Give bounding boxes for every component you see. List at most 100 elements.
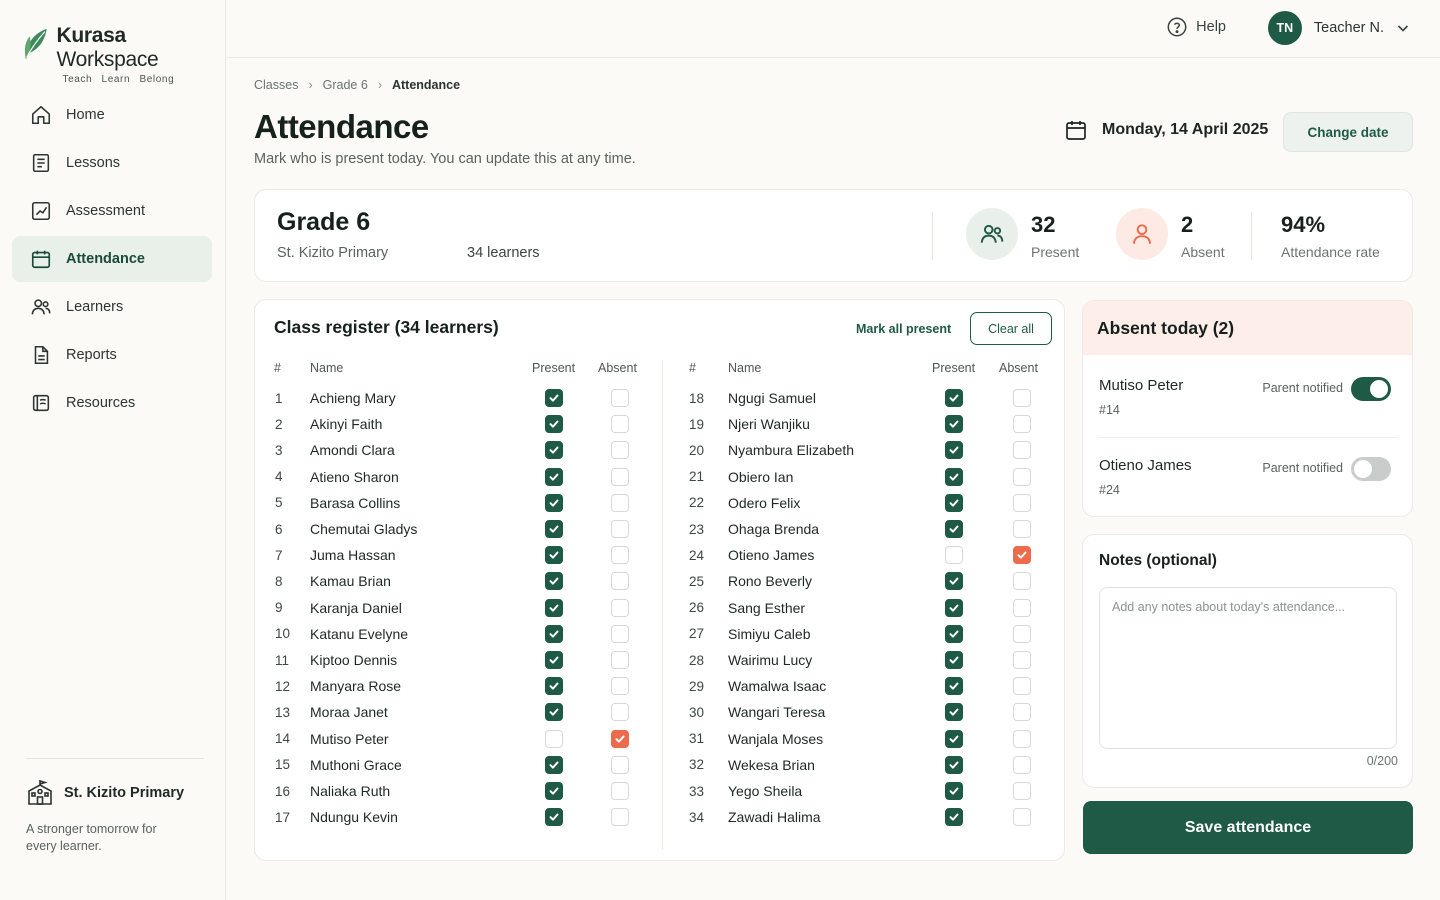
- table-row: 25 Rono Beverly: [255, 568, 1066, 594]
- divider: [1251, 212, 1252, 260]
- divider: [1099, 437, 1397, 438]
- absent-checkbox[interactable]: [1013, 415, 1031, 434]
- present-checkbox[interactable]: [945, 729, 963, 748]
- absent-checkbox[interactable]: [1013, 467, 1031, 486]
- table-row: 28 Wairimu Lucy: [255, 647, 1066, 673]
- learner-name: Nyambura Elizabeth: [728, 442, 855, 459]
- learner-name: Wekesa Brian: [728, 756, 815, 773]
- table-row: 21 Obiero Ian: [255, 464, 1066, 490]
- class-register: Class register (34 learners) Mark all pr…: [254, 299, 1065, 861]
- absent-checkbox[interactable]: [1013, 389, 1031, 407]
- sidebar-item-label: Learners: [66, 299, 124, 315]
- present-checkbox[interactable]: [945, 808, 963, 827]
- mark-all-present-button[interactable]: Mark all present: [856, 322, 951, 336]
- save-attendance-button[interactable]: Save attendance: [1083, 801, 1413, 854]
- absent-learner-name: Mutiso Peter: [1099, 377, 1184, 394]
- present-checkbox[interactable]: [945, 651, 963, 669]
- sidebar-item-home[interactable]: Home: [12, 92, 212, 138]
- column-header-number: #: [689, 361, 696, 375]
- summary-grade: Grade 6: [277, 208, 371, 236]
- present-checkbox[interactable]: [945, 677, 963, 696]
- users-icon: [980, 224, 1004, 243]
- sidebar-item-assessment[interactable]: Assessment: [12, 188, 212, 234]
- breadcrumb: Classes › Grade 6 › Attendance: [254, 78, 460, 92]
- present-checkbox[interactable]: [945, 572, 963, 591]
- present-checkbox[interactable]: [945, 755, 963, 774]
- sidebar-item-reports[interactable]: Reports: [12, 332, 212, 378]
- learner-number: 26: [689, 600, 705, 616]
- absent-checkbox[interactable]: [1013, 493, 1031, 512]
- present-checkbox[interactable]: [945, 703, 963, 722]
- present-checkbox[interactable]: [945, 782, 963, 800]
- absent-checkbox[interactable]: [1013, 703, 1031, 722]
- parent-notified-label: Parent notified: [1262, 461, 1343, 475]
- table-row: 29 Wamalwa Isaac: [255, 673, 1066, 699]
- column-header-absent: Absent: [999, 361, 1038, 375]
- clear-all-button[interactable]: Clear all: [970, 312, 1052, 345]
- absent-stat-icon: [1116, 208, 1168, 260]
- learner-number: 29: [689, 678, 705, 694]
- chevron-right-icon: ›: [377, 78, 382, 92]
- absent-checkbox[interactable]: [1013, 520, 1031, 538]
- user-menu[interactable]: TN Teacher N.: [1267, 11, 1410, 45]
- absent-checkbox[interactable]: [1013, 441, 1031, 460]
- present-checkbox[interactable]: [945, 441, 963, 460]
- absent-checkbox[interactable]: [1013, 755, 1031, 774]
- notes-textarea[interactable]: [1099, 587, 1397, 749]
- sidebar-item-lessons[interactable]: Lessons: [12, 140, 212, 186]
- learner-name: Odero Felix: [728, 494, 801, 511]
- column-header-present: Present: [932, 361, 976, 375]
- present-checkbox[interactable]: [945, 546, 963, 565]
- absent-checkbox[interactable]: [1013, 624, 1031, 643]
- parent-notified-toggle[interactable]: [1351, 377, 1391, 401]
- sidebar-footer: St. Kizito Primary A stronger tomorrow f…: [26, 758, 204, 855]
- absent-checkbox[interactable]: [1013, 546, 1031, 565]
- present-checkbox[interactable]: [945, 520, 963, 538]
- school-icon: [28, 779, 52, 805]
- sidebar-item-attendance[interactable]: Attendance: [12, 236, 212, 282]
- present-checkbox[interactable]: [945, 624, 963, 643]
- absent-checkbox[interactable]: [1013, 651, 1031, 669]
- present-checkbox[interactable]: [945, 389, 963, 407]
- breadcrumb-grade[interactable]: Grade 6: [323, 78, 368, 92]
- open-book-icon: [32, 394, 50, 412]
- sidebar-item-label: Lessons: [66, 155, 121, 171]
- notes-char-count: 0/200: [1366, 754, 1398, 768]
- present-checkbox[interactable]: [945, 467, 963, 486]
- brand-name: Kurasa Workspace: [56, 24, 159, 71]
- sidebar-item-label: Resources: [66, 395, 136, 411]
- sidebar-item-label: Attendance: [66, 251, 145, 267]
- help-button[interactable]: Help: [1166, 16, 1226, 38]
- absent-checkbox[interactable]: [1013, 729, 1031, 748]
- absent-learner-id: #14: [1099, 403, 1120, 417]
- parent-notified-toggle[interactable]: [1351, 457, 1391, 481]
- absent-today-panel: Absent today (2) Mutiso Peter #14 Parent…: [1082, 300, 1413, 517]
- sidebar-item-label: Reports: [66, 347, 117, 363]
- table-row: 22 Odero Felix: [255, 490, 1066, 516]
- parent-notified-label: Parent notified: [1262, 381, 1343, 395]
- absent-checkbox[interactable]: [1013, 782, 1031, 800]
- absent-label: Absent: [1181, 244, 1225, 260]
- absent-checkbox[interactable]: [1013, 677, 1031, 696]
- present-checkbox[interactable]: [945, 415, 963, 434]
- page-title: Attendance: [254, 108, 429, 145]
- present-checkbox[interactable]: [945, 493, 963, 512]
- learner-number: 25: [689, 573, 705, 589]
- change-date-button[interactable]: Change date: [1283, 112, 1413, 152]
- absent-checkbox[interactable]: [1013, 598, 1031, 617]
- breadcrumb-classes[interactable]: Classes: [254, 78, 298, 92]
- brand[interactable]: Kurasa Workspace Teach Learn Belong: [22, 24, 225, 85]
- chevron-down-icon: [1397, 25, 1409, 32]
- sidebar-item-resources[interactable]: Resources: [12, 380, 212, 426]
- table-row: 33 Yego Sheila: [255, 778, 1066, 804]
- learner-name: Wanjala Moses: [728, 730, 824, 747]
- absent-checkbox[interactable]: [1013, 808, 1031, 827]
- sidebar-item-learners[interactable]: Learners: [12, 284, 212, 330]
- present-checkbox[interactable]: [945, 598, 963, 617]
- table-row: 27 Simiyu Caleb: [255, 621, 1066, 647]
- column-header-absent: Absent: [598, 361, 637, 375]
- absent-checkbox[interactable]: [1013, 572, 1031, 591]
- learner-number: 20: [689, 442, 705, 458]
- learner-name: Wamalwa Isaac: [728, 678, 827, 695]
- chevron-right-icon: ›: [308, 78, 313, 92]
